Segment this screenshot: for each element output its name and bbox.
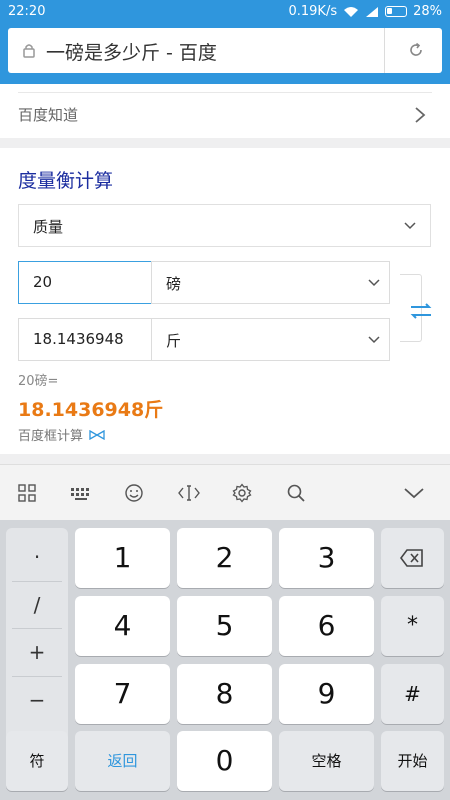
from-unit-value: 磅 — [166, 275, 182, 293]
category-select[interactable]: 质量 — [18, 204, 431, 247]
key-hash[interactable]: # — [381, 664, 444, 724]
cursor-icon[interactable] — [177, 483, 201, 503]
result-text: 18.1436948斤 — [18, 399, 164, 421]
status-bar: 22:20 0.19K/s 28% — [0, 0, 450, 24]
numeric-keyboard: . / + − 1 2 3 4 5 6 * 7 8 9 # 符 返回 0 空格 … — [0, 520, 450, 800]
lock-icon — [23, 44, 35, 58]
from-row: 20 磅 — [18, 261, 390, 304]
backspace-icon — [400, 549, 423, 567]
key-4[interactable]: 4 — [75, 596, 170, 656]
status-right: 0.19K/s 28% — [288, 4, 442, 19]
backspace-key[interactable] — [381, 528, 444, 588]
unit-calculator: 度量衡计算 质量 20 磅 18.1436948 斤 20磅= 18.14369… — [0, 148, 450, 454]
to-unit-value: 斤 — [166, 332, 182, 350]
battery-level: 28% — [413, 4, 442, 19]
start-key[interactable]: 开始 — [381, 731, 444, 791]
key-2[interactable]: 2 — [177, 528, 272, 588]
key-star[interactable]: * — [381, 596, 444, 656]
to-value-input[interactable]: 18.1436948 — [18, 318, 152, 361]
symbol-column: . / + − — [6, 528, 68, 740]
wifi-icon — [344, 6, 359, 17]
category-value: 质量 — [33, 218, 64, 236]
calculator-footer: 百度框计算 — [18, 425, 105, 444]
key-slash[interactable]: / — [6, 582, 68, 628]
key-7[interactable]: 7 — [75, 664, 170, 724]
formula-text: 20磅= — [18, 374, 59, 389]
from-unit-select[interactable]: 磅 — [151, 261, 390, 304]
key-plus[interactable]: + — [6, 629, 68, 675]
key-0[interactable]: 0 — [177, 731, 272, 791]
from-value-input[interactable]: 20 — [18, 261, 152, 304]
chevron-down-icon — [404, 222, 416, 230]
back-key[interactable]: 返回 — [75, 731, 170, 791]
collapse-icon[interactable] — [403, 483, 425, 503]
signal-icon — [366, 6, 379, 17]
symbol-key[interactable]: 符 — [6, 731, 68, 791]
chevron-right-icon — [415, 107, 426, 123]
address-bar[interactable]: 一磅是多少斤 - 百度 — [8, 28, 442, 73]
calculator-heading: 度量衡计算 — [18, 170, 114, 192]
key-6[interactable]: 6 — [279, 596, 374, 656]
key-9[interactable]: 9 — [279, 664, 374, 724]
emoji-icon[interactable] — [124, 483, 144, 503]
bowtie-icon — [89, 429, 105, 440]
divider — [384, 28, 385, 73]
browser-header: 22:20 0.19K/s 28% 一磅是多少斤 - 百度 — [0, 0, 450, 84]
chevron-down-icon — [368, 279, 380, 287]
divider — [18, 92, 432, 93]
network-speed: 0.19K/s — [288, 4, 338, 19]
reload-icon[interactable] — [406, 40, 426, 60]
to-unit-select[interactable]: 斤 — [151, 318, 390, 361]
search-icon[interactable] — [286, 483, 306, 503]
status-time: 22:20 — [8, 4, 46, 19]
space-key[interactable]: 空格 — [279, 731, 374, 791]
grid-icon[interactable] — [17, 483, 37, 503]
swap-icon[interactable] — [408, 302, 434, 320]
footer-label: 百度框计算 — [18, 429, 84, 444]
settings-icon[interactable] — [232, 483, 252, 503]
page-title: 一磅是多少斤 - 百度 — [46, 42, 217, 64]
to-row: 18.1436948 斤 — [18, 318, 390, 361]
source-label: 百度知道 — [18, 106, 79, 124]
key-5[interactable]: 5 — [177, 596, 272, 656]
battery-icon — [385, 6, 408, 17]
key-minus[interactable]: − — [6, 677, 68, 723]
key-1[interactable]: 1 — [75, 528, 170, 588]
chevron-down-icon — [368, 336, 380, 344]
key-dot[interactable]: . — [6, 528, 68, 574]
key-8[interactable]: 8 — [177, 664, 272, 724]
key-3[interactable]: 3 — [279, 528, 374, 588]
keyboard-icon[interactable] — [70, 483, 92, 503]
source-link[interactable]: 百度知道 — [0, 84, 450, 138]
keyboard-toolbar — [0, 464, 450, 520]
